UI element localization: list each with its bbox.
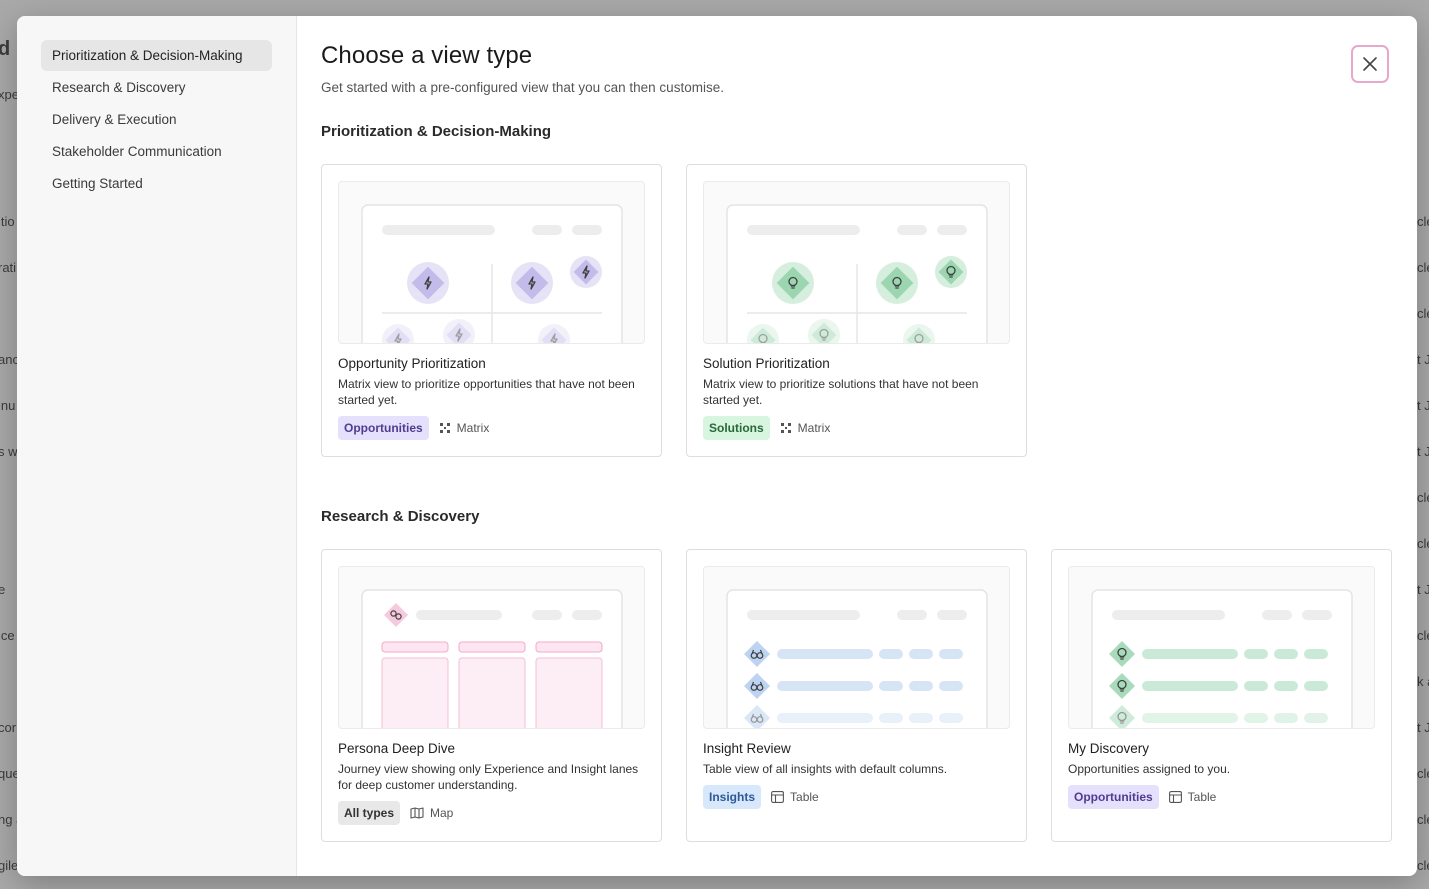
view-card-solution-prioritization[interactable]: Solution Prioritization Matrix view to p… [686, 164, 1027, 457]
preview-illustration [361, 204, 623, 343]
table-icon [1168, 791, 1182, 803]
entity-badge: Opportunities [338, 416, 429, 440]
card-tags: All types Map [338, 801, 453, 825]
background-text: cle [1417, 858, 1429, 873]
section-title-prioritization: Prioritization & Decision-Making [321, 123, 552, 140]
background-text: inu [0, 398, 16, 413]
background-text: cle [1417, 306, 1429, 321]
category-sidebar: Prioritization & Decision-Making Researc… [17, 16, 297, 876]
card-tags: Solutions Matrix [703, 416, 830, 440]
card-description: Opportunities assigned to you. [1068, 762, 1231, 776]
card-tags: Opportunities Table [1068, 785, 1216, 809]
card-description: Matrix view to prioritize solutions that… [703, 377, 979, 407]
matrix-icon [780, 423, 791, 433]
sidebar-item-stakeholder[interactable]: Stakeholder Communication [41, 136, 272, 167]
background-text: gile [0, 858, 19, 873]
card-tags: Insights Table [703, 785, 819, 809]
matrix-icon [439, 423, 450, 433]
view-type-text: Matrix [456, 421, 490, 435]
view-type-text: Matrix [797, 421, 831, 435]
preview-node [511, 262, 553, 304]
card-preview [703, 566, 1010, 729]
section-title-research: Research & Discovery [321, 508, 480, 525]
background-text: ice [0, 628, 15, 643]
view-card-opportunity-prioritization[interactable]: Opportunity Prioritization Matrix view t… [321, 164, 662, 457]
card-description: Table view of all insights with default … [703, 762, 948, 776]
page-subtitle: Get started with a pre-configured view t… [321, 80, 724, 95]
view-type-label: Matrix [780, 421, 831, 435]
card-title: Persona Deep Dive [338, 741, 456, 756]
preview-illustration [726, 204, 988, 343]
background-text: cor [0, 720, 17, 735]
background-text: cle [1417, 766, 1429, 781]
table-icon [771, 791, 784, 803]
card-title: My Discovery [1068, 741, 1150, 756]
preview-illustration [726, 589, 988, 728]
entity-badge: Opportunities [1068, 785, 1159, 809]
background-text: cle [1417, 214, 1429, 229]
card-title: Insight Review [703, 741, 791, 756]
view-type-label: Table [771, 790, 819, 804]
background-text: cle [1417, 628, 1429, 643]
view-type-label: Table [1168, 790, 1217, 804]
view-type-text: Map [430, 806, 454, 820]
card-title: Solution Prioritization [703, 356, 830, 371]
preview-node [407, 262, 449, 304]
card-tags: Opportunities Matrix [338, 416, 489, 440]
background-text: t Ju [1417, 582, 1429, 597]
background-text: itio [0, 214, 15, 229]
background-text: t Ju [1417, 398, 1429, 413]
view-card-persona-deep-dive[interactable]: Persona Deep Dive Journey view showing o… [321, 549, 662, 842]
view-type-label: Map [410, 806, 453, 820]
sidebar-item-delivery[interactable]: Delivery & Execution [41, 104, 272, 135]
preview-node [935, 256, 967, 288]
sidebar-item-prioritization[interactable]: Prioritization & Decision-Making [41, 40, 272, 71]
preview-node [570, 256, 602, 288]
background-text: t Ju [1417, 444, 1429, 459]
view-type-label: Matrix [439, 421, 490, 435]
preview-node [876, 262, 918, 304]
card-title: Opportunity Prioritization [338, 356, 486, 371]
modal-content: Choose a view type Get started with a pr… [297, 16, 1417, 876]
preview-illustration [361, 589, 623, 728]
background-text: cle [1417, 812, 1429, 827]
background-text: k a [1417, 674, 1429, 689]
prioritization-cards: Opportunity Prioritization Matrix view t… [321, 164, 1027, 457]
entity-badge: All types [338, 801, 401, 825]
close-button[interactable] [1351, 45, 1389, 83]
view-card-my-discovery[interactable]: My Discovery Opportunities assigned to y… [1051, 549, 1392, 842]
sidebar-item-getting-started[interactable]: Getting Started [41, 168, 272, 199]
card-description: Matrix view to prioritize opportunities … [338, 377, 635, 407]
research-cards: Persona Deep Dive Journey view showing o… [321, 549, 1392, 842]
close-icon [1363, 57, 1377, 71]
background-text: e [0, 582, 6, 597]
background-text: s w [0, 444, 18, 459]
background-text: t Ju [1417, 720, 1429, 735]
card-preview [703, 181, 1010, 344]
card-description: Journey view showing only Experience and… [338, 762, 639, 792]
card-preview [1068, 566, 1375, 729]
view-type-modal: Prioritization & Decision-Making Researc… [17, 16, 1417, 876]
preview-illustration [1091, 589, 1353, 728]
page-title: Choose a view type [321, 42, 533, 69]
background-text: cle [1417, 260, 1429, 275]
sidebar-item-research[interactable]: Research & Discovery [41, 72, 272, 103]
background-text: d [0, 38, 11, 60]
map-icon [410, 807, 424, 819]
background-text: cle [1417, 536, 1429, 551]
background-text: t Ju [1417, 352, 1429, 367]
card-preview [338, 566, 645, 729]
background-text: rati [0, 260, 17, 275]
view-card-insight-review[interactable]: Insight Review Table view of all insight… [686, 549, 1027, 842]
view-type-text: Table [790, 790, 819, 804]
card-preview [338, 181, 645, 344]
entity-badge: Solutions [703, 416, 770, 440]
entity-badge: Insights [703, 785, 762, 809]
view-type-text: Table [1187, 790, 1217, 804]
background-text: cle [1417, 490, 1429, 505]
preview-node [772, 262, 814, 304]
